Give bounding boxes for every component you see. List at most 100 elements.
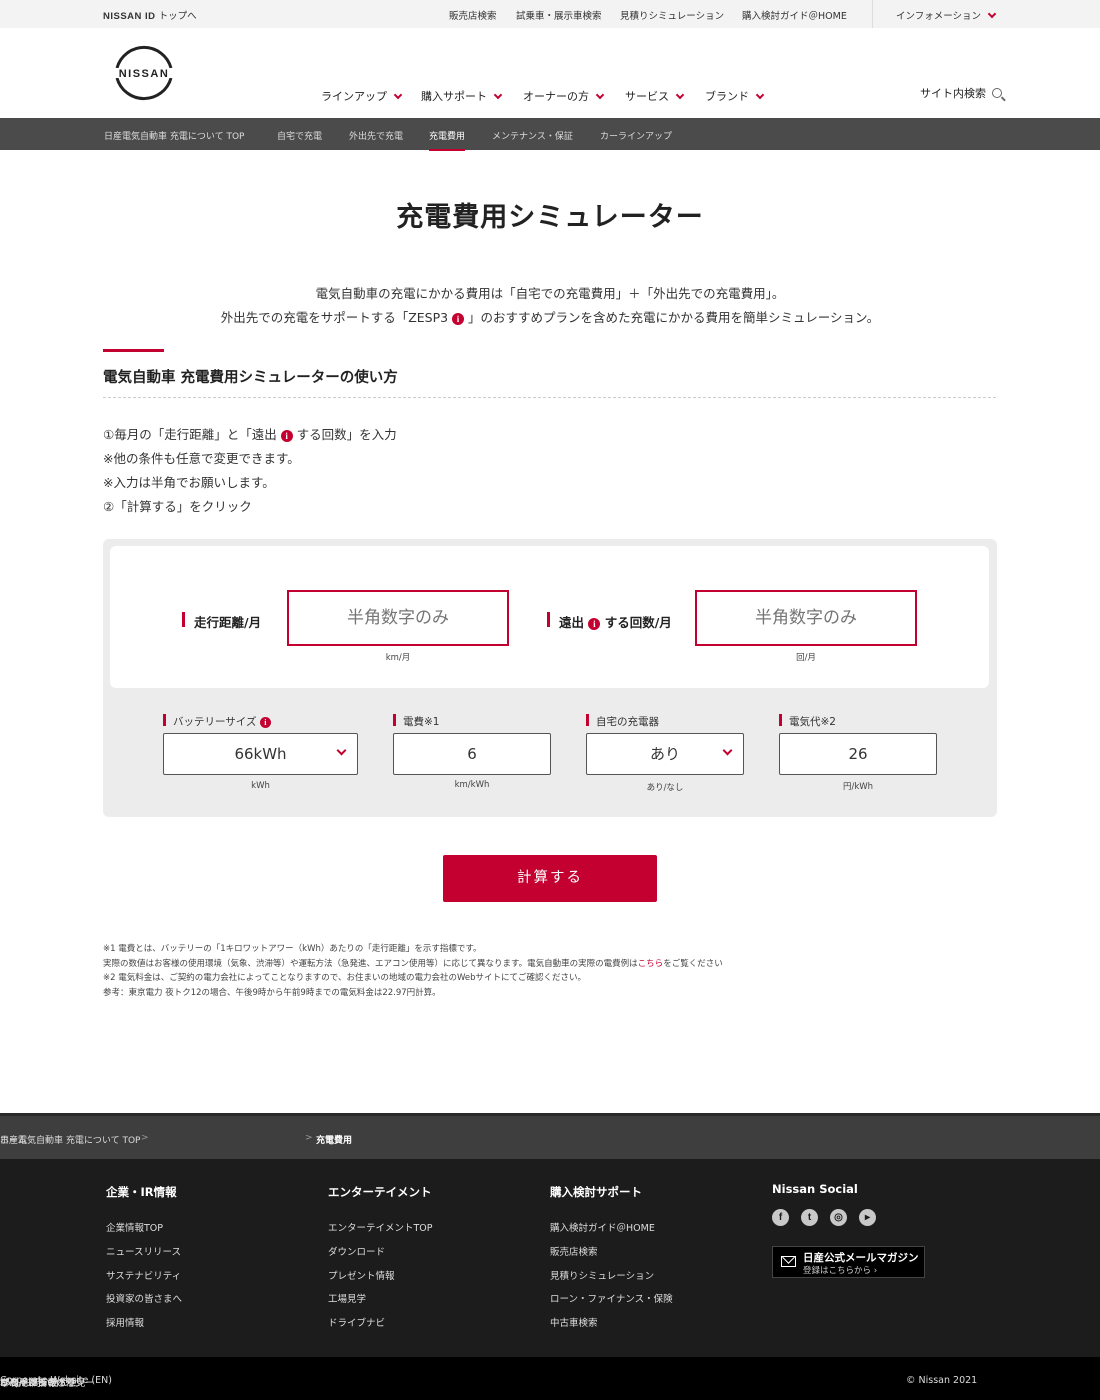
footer-link[interactable]: ドライブナビ xyxy=(328,1315,385,1329)
distance-label: 走行距離/月 xyxy=(182,612,261,631)
footer-link[interactable]: ニュースリリース xyxy=(106,1244,181,1258)
nissan-logo[interactable]: NISSAN xyxy=(107,44,181,102)
subnav-car-lineup[interactable]: カーラインアップ xyxy=(600,129,672,142)
subnav-charging-cost[interactable]: 充電費用 xyxy=(429,129,466,151)
electricity-price-input[interactable]: 26 xyxy=(779,733,937,775)
subnav-outside-charging[interactable]: 外出先で充電 xyxy=(349,129,403,142)
chevron-down-icon xyxy=(493,90,503,100)
battery-unit: kWh xyxy=(251,781,270,791)
info-icon[interactable]: i xyxy=(588,618,601,630)
global-header: NISSAN ラインアップ 購入サポート オーナーの方 サービス ブランド サイ… xyxy=(0,28,1100,118)
footnote: 実際の数値はお客様の使用環境（気象、渋滞等）や運転方法（急発進、エアコン使用等）… xyxy=(103,958,723,969)
footer-link[interactable]: 採用情報 xyxy=(106,1315,144,1329)
footnote: 参考：東京電力 夜トク12の場合、午後9時から午前9時までの電気料金は22.97… xyxy=(103,987,441,998)
info-icon[interactable]: i xyxy=(452,313,465,325)
footer-link[interactable]: 販売店検索 xyxy=(550,1244,598,1258)
efficiency-input[interactable]: 6 xyxy=(393,733,551,775)
dealer-search-link[interactable]: 販売店検索 xyxy=(449,8,497,22)
nav-lineup[interactable]: ラインアップ xyxy=(321,88,403,104)
lead-text: 電気自動車の充電にかかる費用は「自宅での充電費用」＋「外出先での充電費用」。 xyxy=(315,286,785,301)
youtube-icon[interactable]: ▸ xyxy=(859,1209,876,1226)
footnotes: ※1 電費とは、バッテリーの「1キロワットアワー（kWh）あたりの「走行距離」を… xyxy=(103,942,723,1000)
footer-link[interactable]: 企業情報TOP xyxy=(106,1220,163,1234)
footer-column-title: エンターテイメント xyxy=(328,1185,432,1199)
purchase-guide-link[interactable]: 購入検討ガイド＠HOME xyxy=(742,8,847,22)
info-icon[interactable]: i xyxy=(280,430,293,442)
subnav-ev-top[interactable]: 日産電気自動車 充電について TOP xyxy=(104,129,244,142)
trips-unit: 回/月 xyxy=(796,653,816,663)
distance-unit: km/月 xyxy=(385,653,411,663)
battery-label: バッテリーサイズ i xyxy=(163,714,271,729)
chevron-down-icon xyxy=(336,745,347,756)
footer-link[interactable]: プレゼント情報 xyxy=(328,1268,395,1282)
efficiency-label: 電費※1 xyxy=(393,714,439,729)
nissan-id-link[interactable]: NISSAN ID トップへ xyxy=(103,8,197,22)
chevron-down-icon xyxy=(987,9,997,19)
subnav-maintenance[interactable]: メンテナンス・保証 xyxy=(492,129,573,142)
footer-link[interactable]: 中古車検索 xyxy=(550,1315,598,1329)
mail-icon xyxy=(781,1256,796,1267)
test-drive-search-link[interactable]: 試乗車・展示車検索 xyxy=(516,8,602,22)
page-title: 充電費用シミュレーター xyxy=(396,202,704,233)
howto-step: ①毎月の「走行距離」と「遠出 i する回数」を入力 xyxy=(103,427,397,442)
chevron-down-icon xyxy=(393,90,403,100)
footer-link[interactable]: ダウンロード xyxy=(328,1244,385,1258)
footer-link[interactable]: ローン・ファイナンス・保険 xyxy=(550,1291,673,1305)
divider xyxy=(872,0,873,28)
chevron-down-icon xyxy=(595,90,605,100)
footer-link[interactable]: 投資家の皆さまへ xyxy=(106,1291,182,1305)
instagram-icon[interactable]: ◎ xyxy=(830,1209,847,1226)
home-charger-select[interactable]: あり xyxy=(586,733,744,775)
howto-note: ※他の条件も任意で変更できます。 xyxy=(103,451,300,466)
home-charger-label: 自宅の充電器 xyxy=(586,714,659,729)
utility-bar: NISSAN ID トップへ 販売店検索 試乗車・展示車検索 見積りシミュレーシ… xyxy=(0,0,1100,28)
footer-link[interactable]: 見積りシミュレーション xyxy=(550,1268,654,1282)
divider xyxy=(103,397,996,398)
mail-magazine-button[interactable]: 日産公式メールマガジン 登録はこちらから › xyxy=(772,1246,925,1278)
lead-text: 外出先での充電をサポートする「ZESP3 i 」のおすすめプランを含めた充電にか… xyxy=(220,310,880,325)
calculate-button[interactable]: 計算する xyxy=(443,855,657,902)
nav-purchase-support[interactable]: 購入サポート xyxy=(421,88,503,104)
chevron-down-icon xyxy=(755,90,765,100)
footer-link[interactable]: 購入検討ガイド＠HOME xyxy=(550,1220,655,1234)
electricity-price-label: 電気代※2 xyxy=(779,714,836,729)
section-accent xyxy=(103,349,164,352)
footer-link[interactable]: エンターテイメントTOP xyxy=(328,1220,433,1234)
chevron-down-icon xyxy=(675,90,685,100)
footer-link[interactable]: 工場見学 xyxy=(328,1291,366,1305)
electricity-price-unit: 円/kWh xyxy=(842,782,874,792)
nav-brand[interactable]: ブランド xyxy=(705,88,765,104)
battery-size-select[interactable]: 66kWh xyxy=(163,733,358,775)
breadcrumb-current: 充電費用 xyxy=(316,1136,353,1146)
footer-column-title: 企業・IR情報 xyxy=(106,1185,177,1199)
social-title: Nissan Social xyxy=(772,1182,858,1196)
info-icon[interactable]: i xyxy=(259,717,271,728)
breadcrumb: ホーム > 日産電気自動車 充電について TOP > 充電費用 xyxy=(0,1113,1100,1159)
search-icon xyxy=(992,88,1002,98)
footnote: ※1 電費とは、バッテリーの「1キロワットアワー（kWh）あたりの「走行距離」を… xyxy=(103,944,482,954)
home-charger-unit: あり/なし xyxy=(646,783,684,793)
footer-column-title: 購入検討サポート xyxy=(550,1185,642,1199)
trips-input[interactable] xyxy=(695,590,917,646)
copyright: © Nissan 2021 xyxy=(906,1375,978,1386)
efficiency-example-link[interactable]: こちら xyxy=(638,959,664,969)
twitter-icon[interactable]: t xyxy=(801,1209,818,1226)
chevron-right-icon: > xyxy=(141,1133,149,1143)
section-title: 電気自動車 充電費用シミュレーターの使い方 xyxy=(103,370,398,386)
efficiency-unit: km/kWh xyxy=(454,780,490,790)
estimate-simulation-link[interactable]: 見積りシミュレーション xyxy=(620,8,724,22)
mail-magazine-title: 日産公式メールマガジン xyxy=(803,1252,919,1264)
information-menu[interactable]: インフォメーション xyxy=(896,8,997,22)
howto-note: ※入力は半角でお願いします。 xyxy=(103,475,275,490)
footnote: ※2 電気料金は、ご契約の電力会社によってことなりますので、お住まいの地域の電力… xyxy=(103,973,586,983)
chevron-right-icon: > xyxy=(305,1133,313,1143)
footer-link[interactable]: サステナビリティ xyxy=(106,1268,181,1282)
nav-owners[interactable]: オーナーの方 xyxy=(523,88,605,104)
subnav-home-charging[interactable]: 自宅で充電 xyxy=(277,129,322,142)
facebook-icon[interactable]: f xyxy=(772,1209,789,1226)
site-search[interactable]: サイト内検索 xyxy=(920,85,1002,101)
svg-text:NISSAN: NISSAN xyxy=(119,68,170,80)
howto-step: ②「計算する」をクリック xyxy=(103,499,252,514)
nav-service[interactable]: サービス xyxy=(625,88,685,104)
distance-input[interactable] xyxy=(287,590,509,646)
